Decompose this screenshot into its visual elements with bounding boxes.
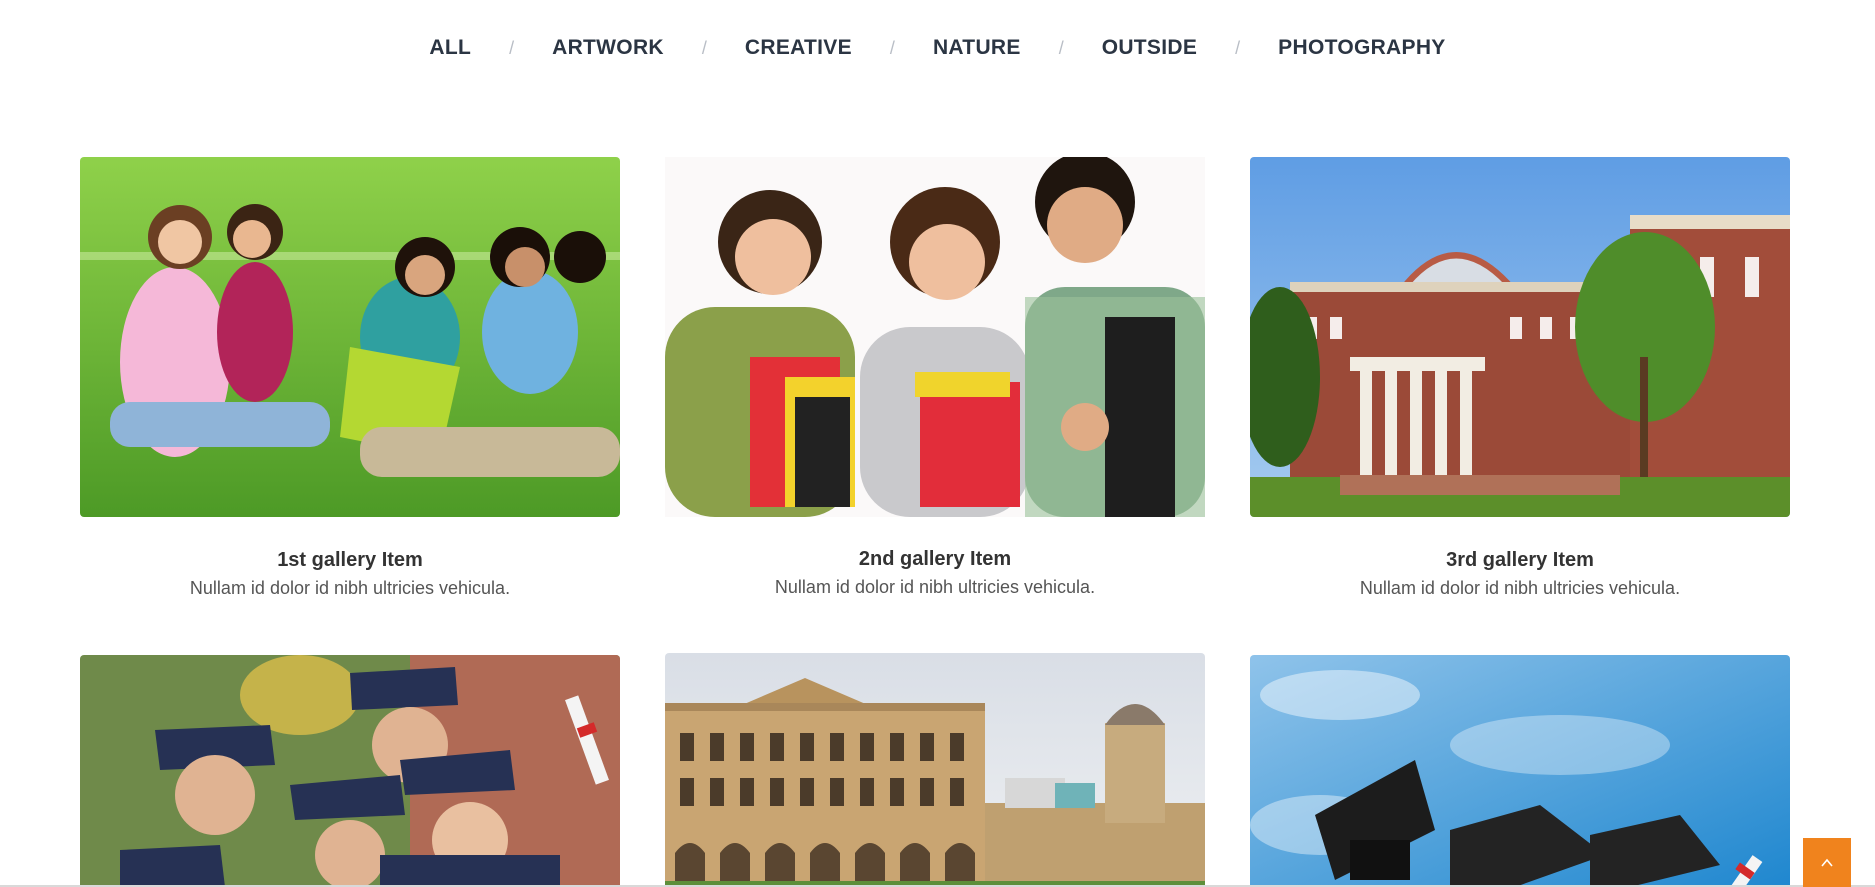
filter-separator: /	[1235, 37, 1241, 58]
filter-photography[interactable]: PHOTOGRAPHY	[1278, 36, 1445, 60]
filter-nature[interactable]: NATURE	[933, 36, 1021, 60]
gallery-image-graduates[interactable]	[80, 655, 620, 887]
gallery-image-students-thumbs-up[interactable]	[665, 157, 1205, 517]
gallery-item[interactable]: 3rd gallery Item Nullam id dolor id nibh…	[1250, 157, 1790, 599]
gallery-item-title: 1st gallery Item	[277, 549, 423, 571]
back-to-top-button[interactable]	[1803, 838, 1851, 887]
filter-creative[interactable]: CREATIVE	[745, 36, 852, 60]
filter-artwork[interactable]: ARTWORK	[552, 36, 664, 60]
gallery-item-description: Nullam id dolor id nibh ultricies vehicu…	[1359, 578, 1681, 598]
gallery-item[interactable]	[665, 653, 1205, 887]
gallery-item[interactable]: 1st gallery Item Nullam id dolor id nibh…	[80, 157, 620, 599]
portfolio-filter-nav: ALL / ARTWORK / CREATIVE / NATURE / OUTS…	[0, 36, 1875, 60]
filter-separator: /	[701, 37, 707, 58]
filter-outside[interactable]: OUTSIDE	[1102, 36, 1197, 60]
gallery-image-brick-building[interactable]	[1250, 157, 1790, 517]
gallery-item[interactable]: 2nd gallery Item Nullam id dolor id nibh…	[665, 157, 1205, 599]
gallery-image-college-quad[interactable]	[665, 653, 1205, 887]
filter-separator: /	[1058, 37, 1064, 58]
gallery-item-description: Nullam id dolor id nibh ultricies vehicu…	[189, 578, 511, 598]
gallery-item-description: Nullam id dolor id nibh ultricies vehicu…	[774, 577, 1096, 597]
chevron-up-icon	[1821, 858, 1833, 867]
filter-all[interactable]: ALL	[429, 36, 471, 60]
gallery-image-students-grass[interactable]	[80, 157, 620, 517]
gallery-item[interactable]	[1250, 655, 1790, 887]
gallery-image-caps-in-sky[interactable]	[1250, 655, 1790, 887]
gallery-item-title: 3rd gallery Item	[1446, 549, 1594, 571]
gallery-grid-row-2	[80, 653, 1790, 887]
gallery-item[interactable]	[80, 655, 620, 887]
gallery-item-title: 2nd gallery Item	[858, 548, 1012, 570]
filter-separator: /	[509, 37, 515, 58]
filter-separator: /	[889, 37, 895, 58]
gallery-grid: 1st gallery Item Nullam id dolor id nibh…	[80, 157, 1790, 599]
